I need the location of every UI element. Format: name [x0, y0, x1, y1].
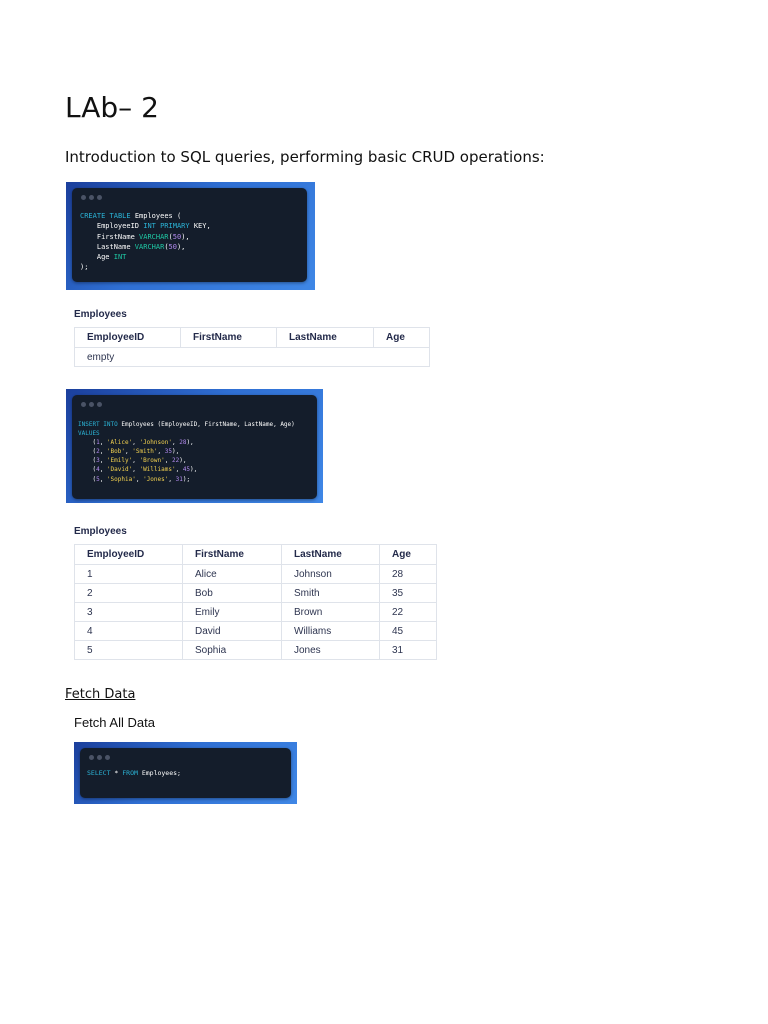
select-code-image: SELECT * FROM Employees; — [74, 742, 297, 804]
table-row: 2 Bob Smith 35 — [74, 583, 437, 603]
cell: Johnson — [281, 564, 380, 584]
table-row: empty — [74, 347, 430, 367]
cell: 35 — [379, 583, 437, 603]
subsection-heading: Fetch All Data — [74, 715, 155, 730]
employees-filled-table: EmployeeID FirstName LastName Age 1 Alic… — [74, 544, 437, 660]
create-table-code-image: CREATE TABLE Employees ( EmployeeID INT … — [66, 182, 315, 290]
insert-code-image: INSERT INTO Employees (EmployeeID, First… — [66, 389, 323, 503]
insert-code: INSERT INTO Employees (EmployeeID, First… — [78, 421, 295, 483]
empty-cell: empty — [74, 347, 430, 367]
cell: 31 — [379, 640, 437, 660]
window-dots-icon — [81, 195, 102, 200]
column-header: FirstName — [182, 544, 282, 565]
column-header: LastName — [281, 544, 380, 565]
cell: 22 — [379, 602, 437, 622]
cell: David — [182, 621, 282, 641]
column-header: EmployeeID — [74, 327, 181, 348]
cell: 1 — [74, 564, 183, 584]
intro-paragraph: Introduction to SQL queries, performing … — [65, 148, 545, 166]
cell: 4 — [74, 621, 183, 641]
column-header: Age — [379, 544, 437, 565]
window-dots-icon — [81, 402, 102, 407]
create-table-code: CREATE TABLE Employees ( EmployeeID INT … — [80, 212, 211, 272]
table-header-row: EmployeeID FirstName LastName Age — [74, 544, 437, 565]
table-row: 5 Sophia Jones 31 — [74, 640, 437, 660]
cell: Bob — [182, 583, 282, 603]
employees-empty-table: EmployeeID FirstName LastName Age empty — [74, 327, 430, 367]
cell: 28 — [379, 564, 437, 584]
column-header: Age — [373, 327, 430, 348]
table-header-row: EmployeeID FirstName LastName Age — [74, 327, 430, 348]
cell: Sophia — [182, 640, 282, 660]
code-editor-window: SELECT * FROM Employees; — [80, 748, 291, 798]
code-editor-window: CREATE TABLE Employees ( EmployeeID INT … — [72, 188, 307, 282]
cell: Alice — [182, 564, 282, 584]
cell: 45 — [379, 621, 437, 641]
window-dots-icon — [89, 755, 110, 760]
section-heading: Fetch Data — [65, 687, 136, 702]
cell: Smith — [281, 583, 380, 603]
page-title: LAb– 2 — [65, 91, 159, 124]
cell: 2 — [74, 583, 183, 603]
cell: Jones — [281, 640, 380, 660]
select-code: SELECT * FROM Employees; — [87, 769, 181, 777]
cell: 5 — [74, 640, 183, 660]
code-editor-window: INSERT INTO Employees (EmployeeID, First… — [72, 395, 317, 499]
column-header: LastName — [276, 327, 374, 348]
table-row: 4 David Williams 45 — [74, 621, 437, 641]
table-row: 1 Alice Johnson 28 — [74, 564, 437, 584]
cell: Emily — [182, 602, 282, 622]
column-header: EmployeeID — [74, 544, 183, 565]
column-header: FirstName — [180, 327, 277, 348]
table-caption: Employees — [74, 309, 127, 320]
table-row: 3 Emily Brown 22 — [74, 602, 437, 622]
cell: Brown — [281, 602, 380, 622]
cell: 3 — [74, 602, 183, 622]
table-caption: Employees — [74, 526, 127, 537]
cell: Williams — [281, 621, 380, 641]
